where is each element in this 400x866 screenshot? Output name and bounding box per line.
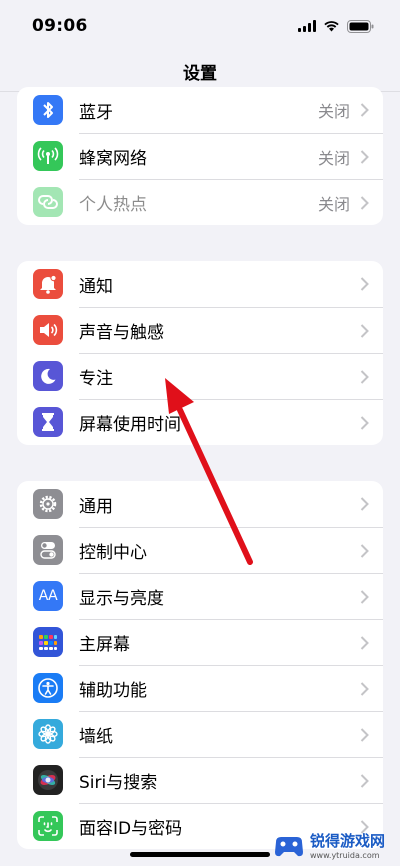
gear-icon <box>33 489 63 519</box>
speaker-icon <box>33 315 63 345</box>
row-value: 关闭 <box>317 148 350 168</box>
chevron-right-icon <box>360 635 369 650</box>
settings-row-personal-hotspot[interactable]: 个人热点 关闭 <box>17 179 383 225</box>
toggles-icon <box>33 535 63 565</box>
nav-bar: 设置 <box>0 52 400 92</box>
row-label: 蓝牙 <box>79 102 113 123</box>
chevron-right-icon <box>360 369 369 384</box>
row-label: 声音与触感 <box>79 323 164 343</box>
chevron-right-icon <box>360 543 369 558</box>
row-value: 关闭 <box>317 102 350 121</box>
row-label: 个人热点 <box>79 195 147 215</box>
chevron-right-icon <box>360 727 369 742</box>
status-time: 09:06 <box>32 16 88 36</box>
row-label: 屏幕使用时间 <box>79 415 181 435</box>
chevron-right-icon <box>360 103 369 117</box>
chevron-right-icon <box>360 149 369 164</box>
connectivity-group: 蓝牙 关闭 蜂窝网络 关闭 个人热点 关闭 <box>17 87 383 225</box>
general-group: 通用 控制中心 AA 显示与亮度 主屏幕 辅助功能 墙纸 Siri与搜索 面容I… <box>17 481 383 849</box>
accessibility-icon <box>33 673 63 703</box>
row-label: 控制中心 <box>79 543 147 563</box>
settings-row-screen-time[interactable]: 屏幕使用时间 <box>17 399 383 445</box>
watermark-text: 锐得游戏网 <box>310 832 386 850</box>
chevron-right-icon <box>360 681 369 696</box>
app-grid-icon <box>33 627 63 657</box>
chevron-right-icon <box>360 497 369 511</box>
settings-row-accessibility[interactable]: 辅助功能 <box>17 665 383 711</box>
settings-row-siri-search[interactable]: Siri与搜索 <box>17 757 383 803</box>
battery-icon <box>347 19 374 33</box>
chevron-right-icon <box>360 277 369 291</box>
settings-row-sounds[interactable]: 声音与触感 <box>17 307 383 353</box>
settings-row-general[interactable]: 通用 <box>17 481 383 527</box>
siri-icon <box>33 765 63 795</box>
antenna-icon <box>33 141 63 171</box>
settings-row-control-center[interactable]: 控制中心 <box>17 527 383 573</box>
row-label: 面容ID与密码 <box>79 819 183 839</box>
flower-icon <box>33 719 63 749</box>
chevron-right-icon <box>360 195 369 210</box>
bell-icon <box>33 269 63 299</box>
row-label: 主屏幕 <box>79 635 130 655</box>
chevron-right-icon <box>360 415 369 430</box>
row-label: Siri与搜索 <box>79 773 158 793</box>
settings-row-display-brightness[interactable]: AA 显示与亮度 <box>17 573 383 619</box>
bluetooth-icon <box>33 95 63 125</box>
row-label: 通用 <box>79 496 113 517</box>
watermark-url: www.ytruida.com <box>310 851 380 860</box>
aa-text-icon: AA <box>33 581 63 611</box>
watermark: 锐得游戏网 www.ytruida.com <box>272 828 400 866</box>
face-id-icon <box>33 811 63 841</box>
status-icons <box>298 19 374 33</box>
row-value: 关闭 <box>317 194 350 214</box>
row-label: 专注 <box>79 369 113 389</box>
chevron-right-icon <box>360 323 369 338</box>
watermark-logo-icon <box>275 837 303 857</box>
moon-icon <box>33 361 63 391</box>
row-label: 显示与亮度 <box>79 589 164 609</box>
notifications-group: 通知 声音与触感 专注 屏幕使用时间 <box>17 261 383 445</box>
hourglass-icon <box>33 407 63 437</box>
chevron-right-icon <box>360 773 369 788</box>
row-label: 蜂窝网络 <box>79 149 147 169</box>
row-label: 辅助功能 <box>79 681 147 701</box>
status-bar: 09:06 <box>0 0 400 52</box>
settings-row-notifications[interactable]: 通知 <box>17 261 383 307</box>
cellular-signal-icon <box>298 20 316 32</box>
settings-row-cellular[interactable]: 蜂窝网络 关闭 <box>17 133 383 179</box>
wifi-icon <box>324 21 339 32</box>
row-label: 通知 <box>79 276 113 297</box>
page-title: 设置 <box>183 64 217 84</box>
settings-row-focus[interactable]: 专注 <box>17 353 383 399</box>
settings-row-bluetooth[interactable]: 蓝牙 关闭 <box>17 87 383 133</box>
hotspot-link-icon <box>33 187 63 217</box>
settings-row-wallpaper[interactable]: 墙纸 <box>17 711 383 757</box>
row-label: 墙纸 <box>79 727 113 747</box>
home-indicator <box>130 852 270 857</box>
chevron-right-icon <box>360 589 369 604</box>
settings-row-home-screen[interactable]: 主屏幕 <box>17 619 383 665</box>
